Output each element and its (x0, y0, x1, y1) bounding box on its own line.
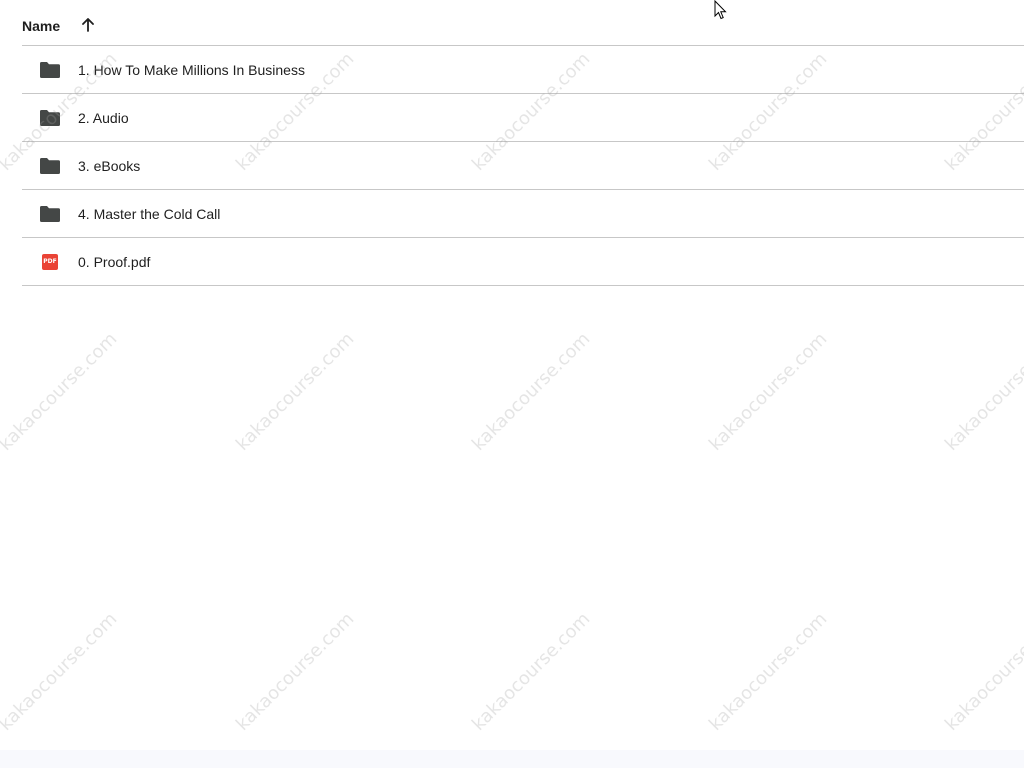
item-name: 4. Master the Cold Call (78, 205, 221, 222)
list-item[interactable]: PDF 0. Proof.pdf (22, 238, 1024, 286)
list-item[interactable]: 1. How To Make Millions In Business (22, 46, 1024, 94)
file-list-page: Name 1. How To Make Millions In Business… (0, 0, 1024, 768)
item-name: 2. Audio (78, 109, 129, 126)
mouse-cursor-icon (714, 0, 727, 20)
watermark-text: kakaocourse.com (232, 608, 359, 735)
file-list: 1. How To Make Millions In Business 2. A… (22, 46, 1024, 286)
sort-ascending-button[interactable] (76, 13, 100, 37)
folder-icon (40, 108, 60, 128)
folder-icon (40, 60, 60, 80)
watermark-text: kakaocourse.com (705, 328, 832, 455)
folder-icon (40, 204, 60, 224)
item-name: 1. How To Make Millions In Business (78, 61, 305, 78)
watermark-text: kakaocourse.com (0, 608, 122, 735)
arrow-up-icon (82, 17, 95, 32)
list-item[interactable]: 2. Audio (22, 94, 1024, 142)
watermark-text: kakaocourse.com (468, 608, 595, 735)
pdf-icon: PDF (40, 252, 60, 272)
watermark-text: kakaocourse.com (468, 328, 595, 455)
pdf-badge: PDF (42, 253, 58, 270)
folder-icon (40, 156, 60, 176)
watermark-text: kakaocourse.com (941, 328, 1024, 455)
watermark-text: kakaocourse.com (941, 608, 1024, 735)
footer-strip (0, 750, 1024, 768)
name-column-header[interactable]: Name (22, 18, 60, 34)
watermark-text: kakaocourse.com (0, 328, 122, 455)
list-header: Name (22, 0, 1024, 46)
item-name: 3. eBooks (78, 157, 141, 174)
item-name: 0. Proof.pdf (78, 253, 151, 270)
list-item[interactable]: 4. Master the Cold Call (22, 190, 1024, 238)
list-item[interactable]: 3. eBooks (22, 142, 1024, 190)
watermark-text: kakaocourse.com (232, 328, 359, 455)
watermark-text: kakaocourse.com (705, 608, 832, 735)
